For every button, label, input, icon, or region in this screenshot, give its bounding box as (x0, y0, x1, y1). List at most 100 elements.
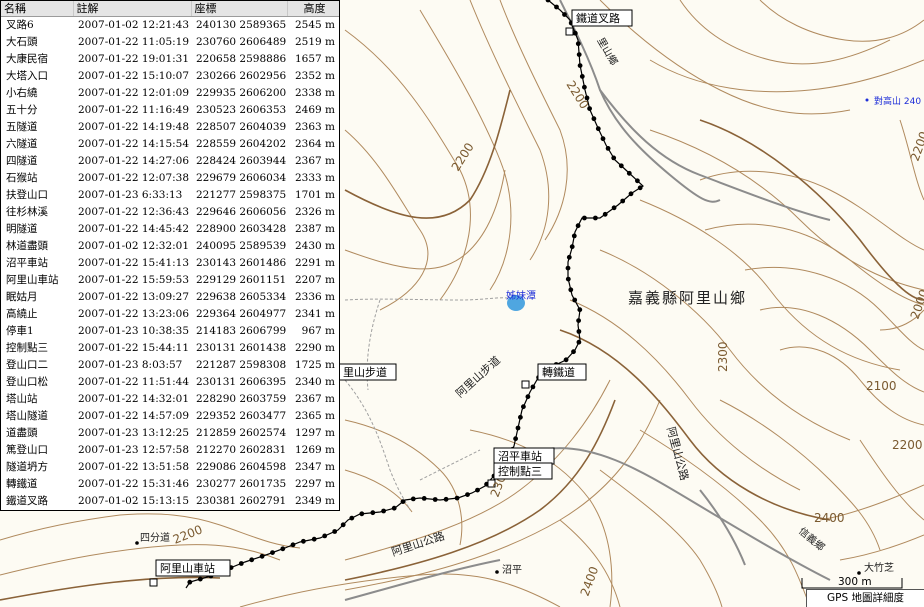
waypoint-coord: 220658 2598886 (196, 53, 287, 65)
waypoint-altitude: 2363 m (294, 121, 335, 133)
track-point (577, 63, 583, 68)
waypoint-time: 2007-01-22 15:31:46 (78, 478, 190, 490)
township-label: 嘉義縣阿里山鄉 (628, 289, 747, 307)
waypoint-altitude: 1269 m (294, 444, 335, 456)
table-row[interactable]: 大石頭 2007-01-22 11:05:19 230760 2606489 2519… (1, 34, 339, 51)
table-row[interactable]: 五隧道 2007-01-22 14:19:48 228507 2604039 2363… (1, 119, 339, 136)
table-row[interactable]: 阿里山車站 2007-01-22 15:59:53 229129 2601151 22… (1, 272, 339, 289)
waypoint-name: 六隧道 (6, 138, 38, 150)
waypoint-name: 轉鐵道 (6, 478, 38, 490)
waypoint-name: 大塔入口 (6, 70, 48, 82)
table-row[interactable]: 篤登山口 2007-01-23 12:57:58 212270 2602831 126… (1, 442, 339, 459)
track-point (572, 30, 578, 36)
table-row[interactable]: 塔山隧道 2007-01-22 14:57:09 229352 2603477 236… (1, 408, 339, 425)
waypoint-label-trail[interactable]: 里山步道 (343, 365, 387, 379)
waypoint-altitude: 1297 m (294, 427, 335, 439)
table-row[interactable]: 大康民宿 2007-01-22 19:01:31 220658 2598886 165… (1, 51, 339, 68)
waypoint-coord: 240130 2589365 (196, 19, 287, 31)
waypoint-time: 2007-01-22 11:05:19 (78, 36, 190, 48)
waypoint-time: 2007-01-22 15:41:13 (78, 257, 190, 269)
track-point (322, 533, 328, 539)
track-point (563, 357, 569, 363)
table-row[interactable]: 六隧道 2007-01-22 14:15:54 228559 2604202 2364… (1, 136, 339, 153)
table-row[interactable]: 停車1 2007-01-23 10:38:35 214183 2606799 967 … (1, 323, 339, 340)
waypoint-altitude: 2469 m (294, 104, 335, 116)
track-point (381, 508, 386, 514)
track-point (187, 579, 193, 585)
waypoint-coord: 229352 2603477 (196, 410, 287, 422)
table-row[interactable]: 扶登山口 2007-01-23 6:33:13 221277 2598375 1701… (1, 187, 339, 204)
waypoint-altitude: 1657 m (294, 53, 335, 65)
waypoint-coord: 229364 2604977 (196, 308, 287, 320)
waypoint-time: 2007-01-22 14:57:09 (78, 410, 190, 422)
table-row[interactable]: 往杉林溪 2007-01-22 12:36:43 229646 2606056 232… (1, 204, 339, 221)
waypoint-altitude: 2326 m (294, 206, 335, 218)
track-point (521, 404, 526, 410)
column-header-note[interactable]: 註解 (73, 1, 192, 17)
waypoint-label-zhuan-tiedao[interactable]: 轉鐵道 (542, 365, 575, 379)
waypoint-altitude: 967 m (301, 325, 335, 337)
table-row[interactable]: 登山口二 2007-01-23 8:03:57 221287 2598308 1725… (1, 357, 339, 374)
table-row[interactable]: 林道盡頭 2007-01-02 12:32:01 240095 2589539 243… (1, 238, 339, 255)
table-row[interactable]: 控制點三 2007-01-22 15:44:11 230131 2601438 229… (1, 340, 339, 357)
track-point (443, 496, 449, 502)
table-row[interactable]: 塔山站 2007-01-22 14:32:01 228290 2603759 2367… (1, 391, 339, 408)
table-row[interactable]: 五十分 2007-01-22 11:16:49 230523 2606353 2469… (1, 102, 339, 119)
table-row[interactable]: 明隧道 2007-01-22 14:45:42 228900 2603428 2387… (1, 221, 339, 238)
column-header-name[interactable]: 名稱 (1, 1, 74, 17)
waypoint-label-tiedao-chalu[interactable]: 鐵道叉路 (576, 11, 620, 25)
waypoint-name: 篤登山口 (6, 444, 48, 456)
column-header-coord[interactable]: 座標 (191, 1, 288, 17)
table-row[interactable]: 小右繞 2007-01-22 12:01:09 229935 2606200 2338… (1, 85, 339, 102)
table-row[interactable]: 石猴站 2007-01-22 12:07:38 229679 2606034 2333… (1, 170, 339, 187)
track-point (637, 185, 643, 191)
contour-label-2400: 2400 (814, 511, 845, 525)
track-point (562, 12, 567, 17)
table-row[interactable]: 叉路6 2007-01-02 12:21:43 240130 2589365 2545… (1, 17, 339, 35)
waypoint-altitude: 2297 m (294, 478, 335, 490)
waypoint-name: 高繞止 (6, 308, 38, 320)
table-row[interactable]: 大塔入口 2007-01-22 15:10:07 230266 2602956 235… (1, 68, 339, 85)
table-row[interactable]: 轉鐵道 2007-01-22 15:31:46 230277 2601735 2297… (1, 476, 339, 493)
waypoint-time: 2007-01-22 12:01:09 (78, 87, 190, 99)
waypoint-altitude: 1725 m (294, 359, 335, 371)
map-detail-level[interactable]: GPS 地圖詳細度 (806, 589, 924, 607)
track-point (572, 297, 578, 303)
waypoint-time: 2007-01-22 19:01:31 (78, 53, 190, 65)
table-row[interactable]: 沼平車站 2007-01-22 15:41:13 230143 2601486 229… (1, 255, 339, 272)
track-point (566, 254, 572, 260)
track-point (571, 233, 577, 239)
waypoint-time: 2007-01-22 15:10:07 (78, 70, 190, 82)
track-point (238, 561, 244, 566)
track-point (591, 116, 597, 122)
waypoint-name: 大康民宿 (6, 53, 48, 65)
waypoint-name: 塔山站 (6, 393, 38, 405)
track-point (349, 515, 355, 521)
track-point (270, 550, 275, 555)
track-point (579, 74, 585, 79)
waypoint-name: 石猴站 (6, 172, 38, 184)
waypoint-coord: 230131 2601438 (196, 342, 287, 354)
waypoint-label-control-3[interactable]: 控制點三 (498, 464, 542, 478)
waypoint-coord: 228290 2603759 (196, 393, 287, 405)
table-row[interactable]: 登山口松 2007-01-22 11:51:44 230131 2606395 234… (1, 374, 339, 391)
waypoint-list-panel[interactable]: 名稱 註解 座標 高度 叉路6 2007-01-02 12:21:43 240130… (0, 0, 340, 511)
track-point (197, 576, 203, 582)
waypoint-label-zhaoping[interactable]: 沼平車站 (498, 449, 542, 463)
waypoint-label-alishan-station[interactable]: 阿里山車站 (160, 561, 215, 575)
table-row[interactable]: 道盡頭 2007-01-23 13:12:25 212859 2602574 1297… (1, 425, 339, 442)
waypoint-altitude: 2207 m (294, 274, 335, 286)
scale-bar-distance: 300 m (838, 576, 872, 588)
track-point (628, 191, 634, 197)
waypoint-time: 2007-01-02 12:21:43 (78, 19, 190, 31)
table-row[interactable]: 高繞止 2007-01-22 13:23:06 229364 2604977 2341… (1, 306, 339, 323)
column-header-alt[interactable]: 高度 (287, 1, 339, 17)
table-row[interactable]: 眠姑月 2007-01-22 13:09:27 229638 2605334 2336… (1, 289, 339, 306)
table-row[interactable]: 隧道坍方 2007-01-22 13:51:58 229086 2604598 234… (1, 459, 339, 476)
table-row[interactable]: 四隧道 2007-01-22 14:27:06 228424 2603944 2367… (1, 153, 339, 170)
waypoint-time: 2007-01-22 14:32:01 (78, 393, 190, 405)
waypoint-coord: 240095 2589539 (196, 240, 287, 252)
waypoint-coord: 230266 2602956 (196, 70, 287, 82)
table-row[interactable]: 鐵道叉路 2007-01-02 15:13:15 230381 2602791 234… (1, 493, 339, 510)
waypoint-coord: 230277 2601735 (196, 478, 287, 490)
